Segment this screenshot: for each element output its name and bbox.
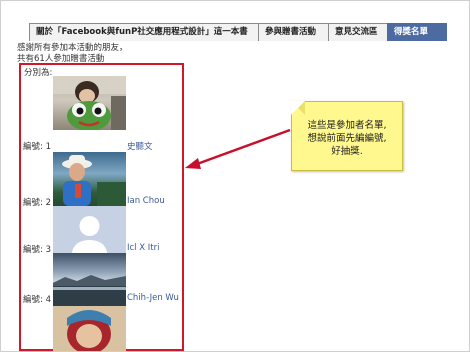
participant-entry-2: 編號: 2 Ian Chou xyxy=(23,196,183,208)
participant-number: 編號: 2 xyxy=(23,198,51,208)
tab-about-book[interactable]: 關於「Facebook與funP社交應用程式設計」這一本書 xyxy=(29,23,258,41)
participant-entry-1: 編號: 1 史聽文 xyxy=(23,140,183,152)
participant-photo-5[interactable] xyxy=(53,306,126,351)
participant-name-link[interactable]: Ian Chou xyxy=(127,196,165,206)
screenshot-frame: 關於「Facebook與funP社交應用程式設計」這一本書 參與贈書活動 意見交… xyxy=(0,0,470,352)
note-fold-cutout xyxy=(291,101,305,115)
callout-line-3: 好抽獎. xyxy=(331,146,363,157)
tab-feedback[interactable]: 意見交流區 xyxy=(328,23,387,41)
callout-line-2: 想說前面先編編號, xyxy=(307,133,387,144)
participant-entry-4: 編號: 4 Chih-Jen Wu xyxy=(23,293,183,305)
tab-giveaway[interactable]: 參與贈書活動 xyxy=(258,23,328,41)
callout-note: 這些是參加者名單, 想說前面先編編號, 好抽獎. xyxy=(291,101,403,171)
participant-name-link[interactable]: 史聽文 xyxy=(127,140,153,152)
tab-winners[interactable]: 得獎名單 xyxy=(387,23,447,41)
frog-photo-image xyxy=(53,76,126,130)
tab-bar: 關於「Facebook與funP社交應用程式設計」這一本書 參與贈書活動 意見交… xyxy=(29,23,447,41)
portrait-photo-image xyxy=(53,306,126,351)
participant-photo-1[interactable] xyxy=(53,76,126,130)
participant-name-link[interactable]: Chih-Jen Wu xyxy=(127,293,179,303)
callout-line-1: 這些是參加者名單, xyxy=(307,120,387,131)
participant-name-link[interactable]: Icl X Itri xyxy=(127,243,159,253)
participant-number: 編號: 4 xyxy=(23,295,51,305)
intro-line-thanks: 感謝所有參加本活動的朋友， xyxy=(17,43,128,53)
participant-number: 編號: 1 xyxy=(23,142,51,152)
list-heading: 分別為: xyxy=(24,68,53,78)
participant-entry-3: 編號: 3 Icl X Itri xyxy=(23,243,183,255)
intro-text: 感謝所有參加本活動的朋友， 共有61人參加贈書活動 xyxy=(17,43,128,65)
participant-number: 編號: 3 xyxy=(23,245,51,255)
